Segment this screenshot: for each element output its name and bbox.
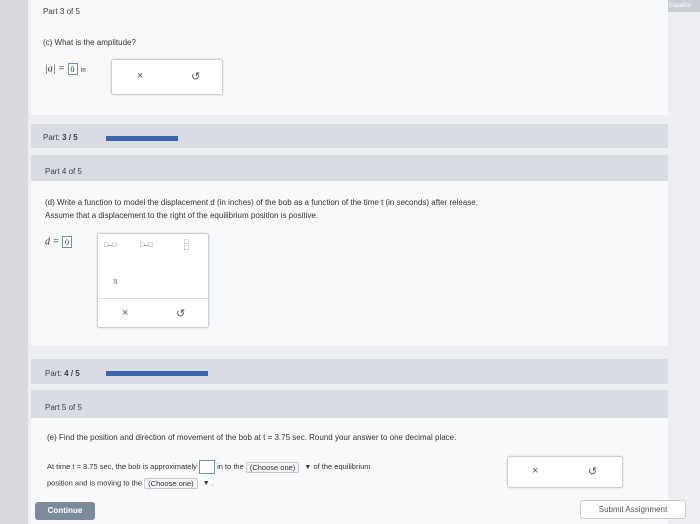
amplitude-unit: in — [80, 65, 86, 74]
amplitude-answer: |a| = 0 in — [45, 63, 86, 75]
part5-header — [31, 390, 668, 418]
part5-answer-line1: At time t = 3.75 sec, the bob is approxi… — [47, 460, 371, 474]
clear-icon[interactable]: × — [137, 70, 143, 82]
superscript-template-icon[interactable]: □–□ — [140, 242, 152, 249]
submit-assignment-button[interactable]: Submit Assignment — [580, 500, 686, 519]
part3-question: (c) What is the amplitude? — [43, 38, 136, 47]
undo-icon[interactable]: ↺ — [176, 307, 185, 320]
undo-icon[interactable]: ↺ — [588, 465, 597, 478]
displacement-lhs: d = — [45, 236, 60, 248]
subscript-template-icon[interactable]: □–□ — [104, 242, 116, 249]
chevron-down-icon[interactable]: ▼ — [203, 480, 210, 487]
part4-title: Part 4 of 5 — [45, 167, 82, 176]
part5-question: (e) Find the position and direction of m… — [47, 433, 457, 442]
progress2-label: Part: 4 / 5 — [45, 369, 80, 378]
part5-title: Part 5 of 5 — [45, 403, 82, 412]
part3-card — [31, 0, 668, 115]
progress2-fill — [106, 371, 208, 376]
part5-answer-line2: position and is moving to the (Choose on… — [47, 478, 214, 489]
clear-icon[interactable]: × — [532, 465, 538, 477]
undo-icon[interactable]: ↺ — [191, 70, 200, 83]
clear-icon[interactable]: × — [122, 307, 128, 319]
direction-select-2[interactable]: (Choose one) — [144, 478, 198, 489]
fraction-template-icon[interactable]: □ □ — [184, 239, 188, 252]
part4-tool-actions: × ↺ — [98, 298, 208, 328]
position-input[interactable] — [198, 460, 215, 474]
pi-button[interactable]: π — [113, 276, 118, 286]
part4-question-line1: (d) Write a function to model the displa… — [45, 198, 478, 207]
progress1-fill — [106, 136, 178, 141]
amplitude-lhs: |a| = — [45, 63, 65, 75]
part4-tool-panel: □–□ □–□ □ □ π × ↺ — [97, 233, 209, 328]
part4-header — [31, 155, 668, 181]
chevron-down-icon[interactable]: ▼ — [304, 464, 311, 471]
progress1-bar — [106, 136, 226, 141]
displacement-answer: d = 0 — [45, 236, 73, 248]
direction-select-1[interactable]: (Choose one) — [245, 461, 300, 473]
progress2-bar — [106, 371, 233, 376]
part3-title: Part 3 of 5 — [43, 7, 80, 16]
amplitude-input[interactable]: 0 — [67, 63, 78, 75]
continue-button[interactable]: Continue — [35, 502, 95, 520]
part3-tool-panel: × ↺ — [111, 59, 223, 95]
progress1-label: Part: 3 / 5 — [43, 133, 78, 142]
part5-tool-panel: × ↺ — [507, 456, 623, 488]
part4-question-line2: Assume that a displacement to the right … — [45, 211, 319, 220]
displacement-input[interactable]: 0 — [62, 236, 73, 248]
